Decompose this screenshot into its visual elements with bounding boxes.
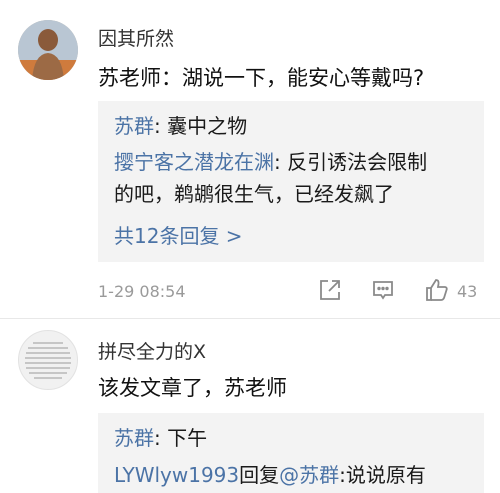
reply-box[interactable]: 苏群: 囊中之物 撄宁客之潜龙在渊: 反引诱法会限制 的吧，鹈鹕很生气，已经发飙… [98,101,484,262]
comment-card: 拼尽全力的X 该发文章了，苏老师 苏群: 下午 LYWlyw1993回复@苏群:… [0,319,500,493]
reply-mention[interactable]: @苏群 [279,463,339,487]
like-count: 43 [457,282,478,301]
comment-card: 因其所然 苏老师：湖说一下，能安心等戴吗? 苏群: 囊中之物 撄宁客之潜龙在渊:… [0,0,500,318]
reply-item: LYWlyw1993回复@苏群:说说原有 [114,463,426,487]
timestamp: 1-29 08:54 [98,282,186,301]
reply-box[interactable]: 苏群: 下午 LYWlyw1993回复@苏群:说说原有 [98,413,484,493]
username[interactable]: 拼尽全力的X [98,337,206,364]
avatar[interactable] [18,20,78,80]
reply-text: 囊中之物 [167,114,248,138]
share-icon[interactable] [318,278,342,306]
reply-text: 反引诱法会限制 [287,150,428,174]
reply-author[interactable]: 撄宁客之潜龙在渊 [114,150,274,174]
username[interactable]: 因其所然 [98,24,174,51]
reply-text: 下午 [167,426,208,450]
comment-icon[interactable] [371,278,395,306]
reply-author[interactable]: 苏群 [114,426,154,450]
more-replies-link[interactable]: 共12条回复 > [114,221,243,251]
reply-author[interactable]: 苏群 [114,114,154,138]
reply-text: 说说原有 [345,463,426,487]
avatar[interactable] [18,330,78,390]
reply-author[interactable]: LYWlyw1993 [114,463,239,487]
reply-item: 苏群: 囊中之物 [114,114,248,138]
reply-item: 撄宁客之潜龙在渊: 反引诱法会限制 [114,150,428,174]
comment-text: 苏老师：湖说一下，能安心等戴吗? [98,66,425,90]
reply-text-continued: 的吧，鹈鹕很生气，已经发飙了 [114,182,394,206]
reply-item: 苏群: 下午 [114,426,208,450]
like-icon[interactable] [424,277,450,307]
comment-text: 该发文章了，苏老师 [98,376,287,400]
